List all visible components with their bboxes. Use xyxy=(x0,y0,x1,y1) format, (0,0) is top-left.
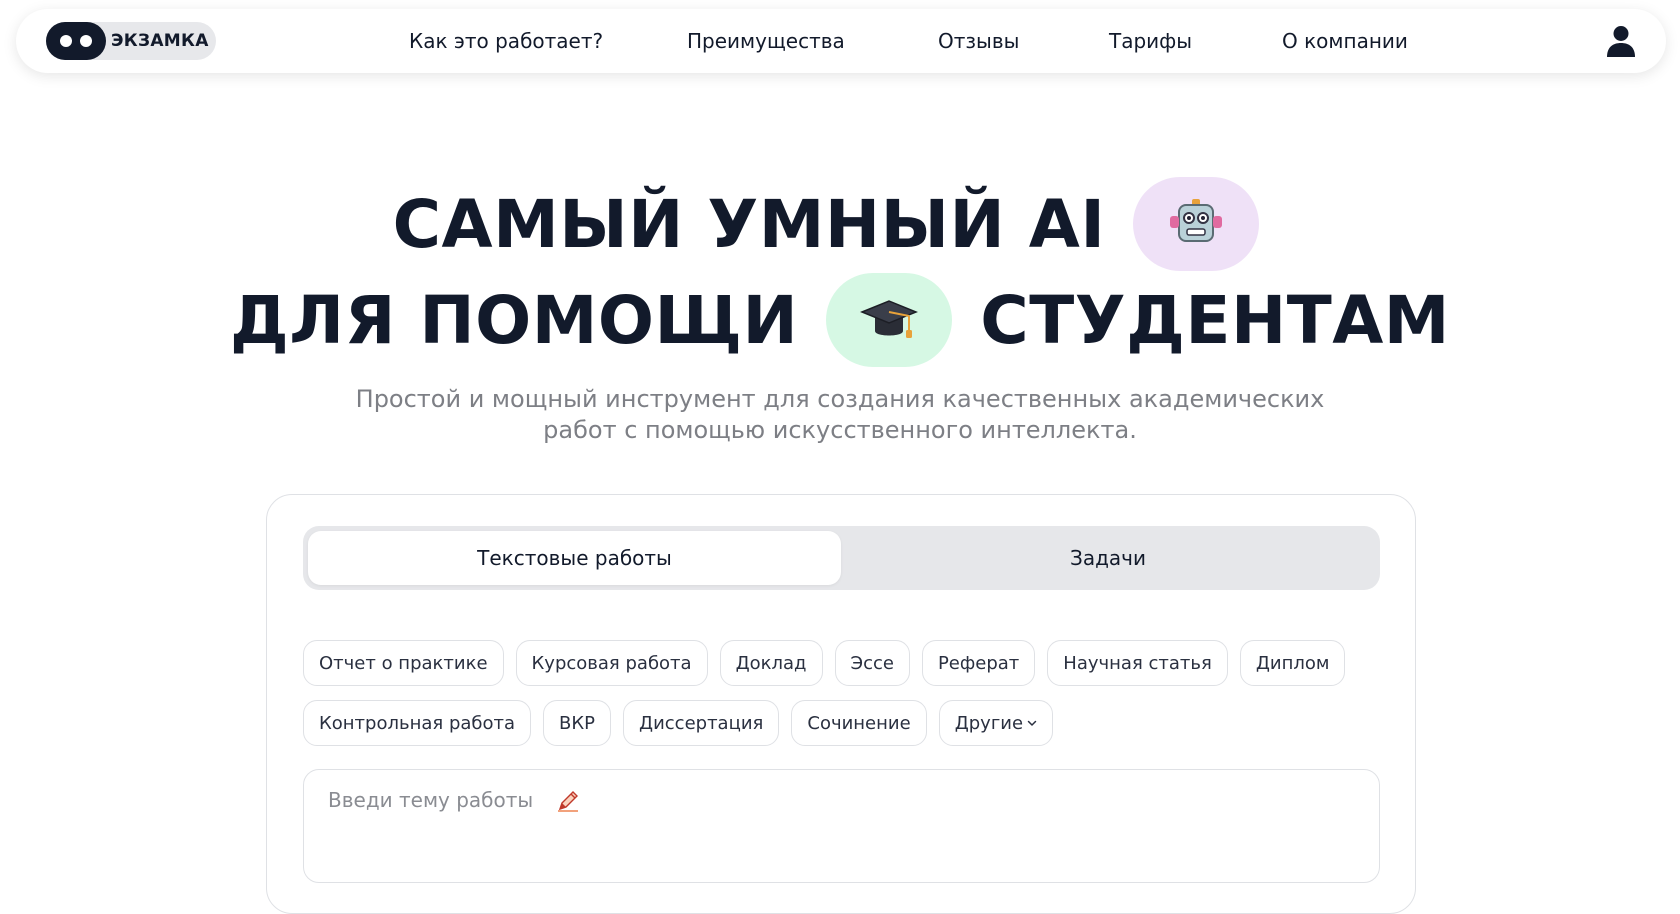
topic-field xyxy=(303,769,1380,883)
hero-title-line2: ДЛЯ ПОМОЩИ СТУДЕНТАМ xyxy=(0,272,1680,368)
nav-about[interactable]: О компании xyxy=(1282,29,1408,53)
site-header: ЭКЗАМКА Как это работает? Преимущества О… xyxy=(16,9,1666,73)
hero-subtitle-line1: Простой и мощный инструмент для создания… xyxy=(355,385,1325,413)
pencil-icon xyxy=(558,791,578,812)
logo[interactable]: ЭКЗАМКА xyxy=(46,22,216,60)
tab-text-works[interactable]: Текстовые работы xyxy=(308,531,841,585)
hero-subtitle-line2: работ с помощью искусственного интеллект… xyxy=(543,416,1137,444)
logo-eyes-icon xyxy=(46,22,106,60)
work-tabs: Текстовые работы Задачи xyxy=(303,526,1380,590)
work-type-row-1: Отчет о практике Курсовая работа Доклад … xyxy=(303,640,1346,686)
robot-icon xyxy=(1170,199,1223,242)
chip-scientific-article[interactable]: Научная статья xyxy=(1047,640,1228,686)
nav-advantages[interactable]: Преимущества xyxy=(687,29,845,53)
chip-control-work[interactable]: Контрольная работа xyxy=(303,700,532,746)
chip-vkr[interactable]: ВКР xyxy=(543,700,612,746)
work-type-row-2: Контрольная работа ВКР Диссертация Сочин… xyxy=(303,700,1054,746)
chevron-down-icon xyxy=(1027,720,1037,726)
generator-card: Текстовые работы Задачи Отчет о практике… xyxy=(266,494,1416,914)
chip-composition[interactable]: Сочинение xyxy=(791,700,927,746)
chip-practice-report[interactable]: Отчет о практике xyxy=(303,640,504,686)
logo-text: ЭКЗАМКА xyxy=(111,31,209,51)
cap-pill xyxy=(826,273,953,367)
hero-title-text1: САМЫЙ УМНЫЙ AI xyxy=(392,185,1106,263)
chip-others-dropdown[interactable]: Другие xyxy=(938,700,1054,746)
user-icon[interactable] xyxy=(1606,25,1636,57)
chip-abstract[interactable]: Реферат xyxy=(921,640,1036,686)
graduation-cap-icon xyxy=(860,300,919,338)
tab-tasks[interactable]: Задачи xyxy=(841,531,1375,585)
nav-how-it-works[interactable]: Как это работает? xyxy=(409,29,603,53)
hero-title-text2: ДЛЯ ПОМОЩИ xyxy=(230,281,799,359)
chip-diploma[interactable]: Диплом xyxy=(1239,640,1346,686)
hero-title-text3: СТУДЕНТАМ xyxy=(980,281,1450,359)
chip-others-label: Другие xyxy=(954,712,1024,734)
topic-input[interactable] xyxy=(328,788,1328,812)
hero-title-line1: САМЫЙ УМНЫЙ AI xyxy=(0,176,1680,272)
nav-reviews[interactable]: Отзывы xyxy=(938,29,1019,53)
nav-pricing[interactable]: Тарифы xyxy=(1109,29,1192,53)
chip-dissertation[interactable]: Диссертация xyxy=(623,700,780,746)
hero-subtitle: Простой и мощный инструмент для создания… xyxy=(300,384,1380,446)
robot-pill xyxy=(1133,177,1260,271)
chip-report[interactable]: Доклад xyxy=(719,640,823,686)
chip-coursework[interactable]: Курсовая работа xyxy=(515,640,708,686)
chip-essay[interactable]: Эссе xyxy=(834,640,910,686)
